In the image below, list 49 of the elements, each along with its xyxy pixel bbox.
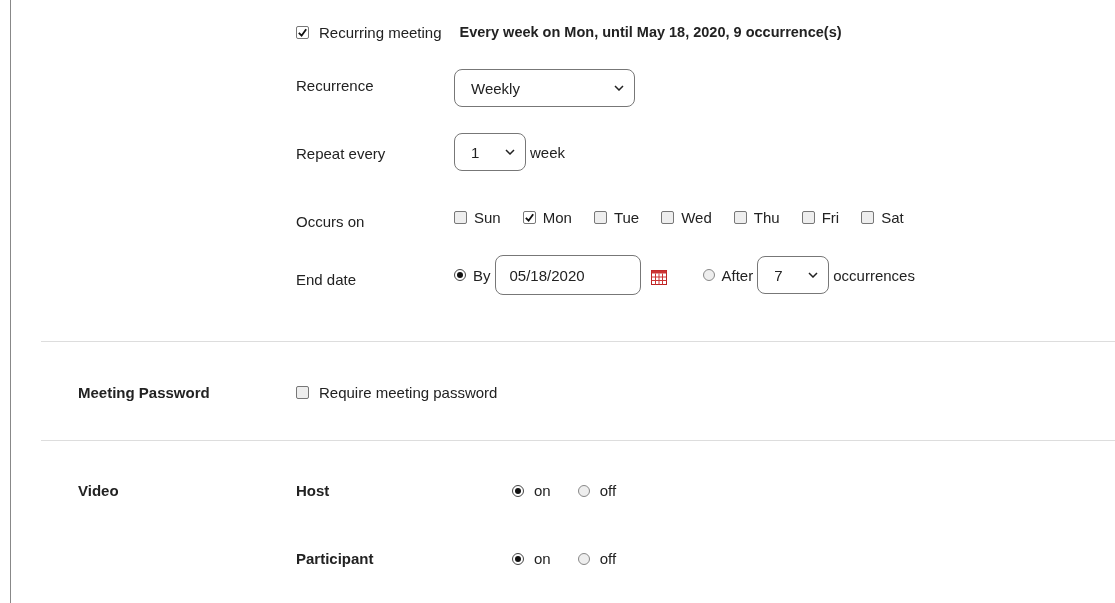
radio-button[interactable] xyxy=(702,269,715,281)
radio-button[interactable] xyxy=(577,552,590,565)
radio-label: on xyxy=(534,550,551,567)
radio-label: on xyxy=(534,482,551,499)
day-label: Wed xyxy=(681,209,712,226)
option-label: Host xyxy=(296,482,331,499)
repeat-dropdown[interactable]: 1 xyxy=(454,133,526,171)
chevron-down-icon xyxy=(808,272,819,278)
checkbox[interactable] xyxy=(296,25,309,39)
field-label: Repeat every xyxy=(296,144,387,162)
field-label: End date xyxy=(296,270,358,288)
day-label: Fri xyxy=(821,209,840,226)
checkbox[interactable] xyxy=(522,211,536,224)
day-label: Thu xyxy=(753,209,780,226)
day-label: Sun xyxy=(474,209,501,226)
field-label: Recurrence xyxy=(296,76,375,94)
unit-label: week xyxy=(530,143,566,161)
day-label: Tue xyxy=(613,209,640,226)
section-label: Meeting Password xyxy=(78,383,211,401)
checkbox[interactable] xyxy=(733,211,747,224)
occurrences-dropdown[interactable]: 7 xyxy=(757,256,830,294)
recurrence-summary: Every week on Mon, until May 18, 2020, 9 occurrence(s) xyxy=(459,24,842,40)
day-label: Mon xyxy=(542,209,572,226)
checkbox[interactable] xyxy=(454,211,467,224)
day-label: Sat xyxy=(881,209,904,226)
checkbox[interactable] xyxy=(593,211,607,224)
checkbox-label: Recurring meeting xyxy=(319,23,442,41)
chevron-down-icon xyxy=(505,149,515,155)
section-label: Video xyxy=(78,482,120,499)
unit-label: occurrences xyxy=(833,266,915,284)
field-label: Occurs on xyxy=(296,212,366,230)
chevron-down-icon xyxy=(614,85,624,91)
date-field[interactable]: 05/18/2020 xyxy=(494,255,641,295)
checkbox-label: Require meeting password xyxy=(319,383,498,401)
checkbox[interactable] xyxy=(661,211,675,224)
recurrence-dropdown[interactable]: Weekly xyxy=(454,69,635,107)
option-label: Participant xyxy=(296,550,375,567)
radio-button[interactable] xyxy=(512,552,524,565)
calendar-icon[interactable] xyxy=(650,269,667,285)
radio-button[interactable] xyxy=(454,269,466,281)
radio-label: After xyxy=(721,266,754,284)
radio-button[interactable] xyxy=(512,484,524,497)
checkbox[interactable] xyxy=(861,211,875,224)
checkbox[interactable] xyxy=(801,211,815,224)
checkbox[interactable] xyxy=(296,385,309,399)
radio-label: By xyxy=(473,266,491,284)
radio-button[interactable] xyxy=(577,484,590,497)
radio-label: off xyxy=(599,482,617,499)
radio-label: off xyxy=(599,550,617,567)
